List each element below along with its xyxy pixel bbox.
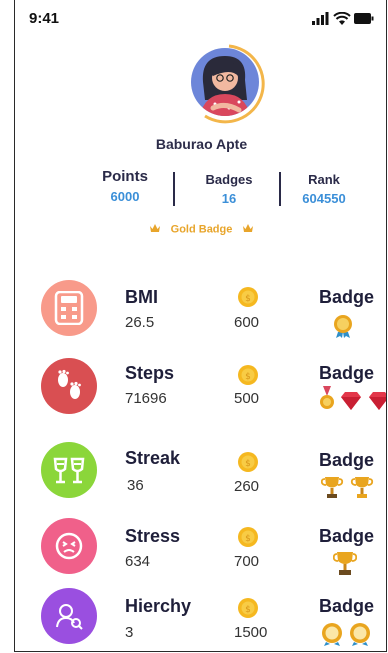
- stat-points: Points 6000: [87, 168, 163, 204]
- trophy-icon: [332, 551, 358, 582]
- badge-icons-steps: [319, 386, 386, 417]
- row-title: Hierchy: [125, 596, 192, 616]
- row-badge-label: Badge: [319, 363, 375, 383]
- trophy-icon: [320, 477, 344, 498]
- row-points: 700: [234, 553, 260, 570]
- crown-icon: [149, 224, 164, 236]
- stat-divider: [279, 172, 281, 206]
- phone-frame: 9:41 Baburao Apte Points 6000 Badges 16 …: [14, 0, 387, 652]
- stat-rank: Rank 604550: [287, 172, 361, 206]
- list-item-hierchy[interactable]: Hierchy 3 $ 1500 Badge: [15, 588, 386, 651]
- row-badge-label: Badge: [319, 596, 375, 616]
- coin-icon: $: [237, 597, 259, 624]
- cheers-icon: [41, 442, 97, 498]
- calculator-icon: [41, 280, 97, 336]
- row-value: 71696: [125, 390, 167, 407]
- stat-badges-label: Badges: [205, 172, 253, 187]
- row-badge-label: Badge: [319, 526, 375, 546]
- list-item-steps[interactable]: Steps 71696 $ 500 Badge: [15, 354, 386, 418]
- stat-points-value: 6000: [110, 189, 140, 204]
- status-icons: [312, 11, 374, 31]
- row-value: 36: [127, 477, 144, 494]
- crown-icon: [242, 224, 254, 236]
- medal-icons-hierchy: [321, 622, 373, 651]
- medal-icon: [322, 623, 342, 646]
- signal-icon: [312, 12, 329, 25]
- row-title: Streak: [125, 448, 181, 468]
- status-time: 9:41: [29, 10, 60, 27]
- stat-rank-value: 604550: [302, 191, 346, 206]
- svg-text:$: $: [245, 605, 251, 615]
- status-bar: 9:41: [29, 8, 374, 32]
- stat-points-label: Points: [102, 168, 148, 185]
- row-points: 260: [234, 478, 260, 495]
- list-item-bmi[interactable]: BMI 26.5 $ 600 Badge: [15, 278, 386, 343]
- row-value: 634: [125, 553, 151, 570]
- stat-rank-label: Rank: [308, 172, 340, 187]
- hierarchy-icon: [41, 588, 97, 644]
- wifi-icon: [333, 11, 351, 25]
- coin-icon: $: [237, 286, 259, 313]
- medal-icon: [320, 386, 334, 409]
- coin-icon: $: [237, 364, 259, 391]
- profile-name: Baburao Apte: [155, 136, 248, 152]
- coin-icon: $: [237, 451, 259, 478]
- trophy-icons-streak: [320, 476, 381, 505]
- battery-icon: [354, 13, 374, 24]
- row-value: 26.5: [125, 314, 155, 331]
- row-title: BMI: [125, 287, 158, 307]
- avatar[interactable]: [183, 38, 275, 130]
- stressed-face-icon: [41, 518, 97, 574]
- gem-icon: [369, 392, 386, 410]
- medal-icon: [332, 314, 354, 343]
- svg-text:$: $: [245, 459, 251, 469]
- row-badge-label: Badge: [319, 450, 375, 470]
- row-title: Steps: [125, 363, 175, 383]
- row-points: 500: [234, 390, 260, 407]
- coin-icon: $: [237, 526, 259, 553]
- list-item-stress[interactable]: Stress 634 $ 700 Badge: [15, 518, 386, 582]
- list-item-streak[interactable]: Streak 36 $ 260 Badge: [15, 442, 386, 506]
- svg-text:$: $: [245, 294, 251, 304]
- footprints-icon: [41, 358, 97, 414]
- row-value: 3: [125, 624, 134, 641]
- stat-badges: Badges 16: [187, 172, 271, 206]
- row-badge-label: Badge: [319, 287, 375, 307]
- gold-badge-label: Gold Badge: [170, 223, 233, 236]
- medal-icon: [350, 623, 370, 646]
- row-points: 600: [234, 314, 260, 331]
- svg-text:$: $: [245, 372, 251, 382]
- trophy-icon: [350, 477, 374, 498]
- svg-text:$: $: [245, 534, 251, 544]
- row-points: 1500: [234, 624, 268, 641]
- gold-badge-banner: Gold Badge: [15, 223, 386, 236]
- stat-divider: [173, 172, 175, 206]
- stat-badges-value: 16: [221, 191, 237, 206]
- gem-icon: [341, 392, 361, 410]
- row-title: Stress: [125, 526, 181, 546]
